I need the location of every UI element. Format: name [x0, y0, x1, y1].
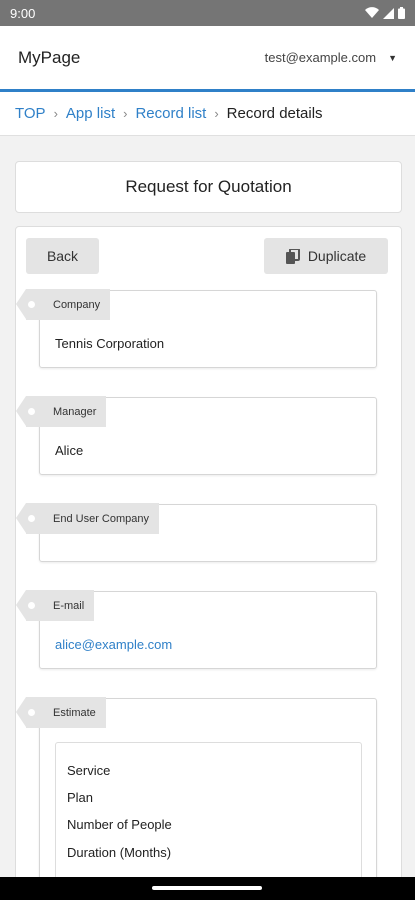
company-label: Company [15, 289, 111, 320]
signal-icon [383, 7, 394, 19]
end-user-company-field: End User Company [16, 503, 377, 562]
chevron-right-icon: › [53, 106, 58, 121]
estimate-row-people: Number of People [67, 817, 172, 832]
battery-icon [398, 7, 405, 19]
status-bar: 9:00 [0, 0, 415, 26]
user-menu[interactable]: test@example.com ▼ [265, 50, 397, 65]
estimate-row-plan: Plan [67, 790, 94, 805]
wifi-icon [365, 7, 379, 19]
manager-field: Manager Alice [15, 396, 377, 475]
app-header: MyPage test@example.com ▼ [0, 26, 415, 92]
manager-label: Manager [15, 396, 107, 427]
chevron-right-icon: › [123, 106, 128, 121]
manager-value: Alice [55, 443, 84, 458]
chevron-right-icon: › [214, 106, 219, 121]
status-time: 9:00 [10, 5, 36, 21]
duplicate-button[interactable]: Duplicate [264, 238, 388, 274]
email-field: E-mail alice@example.com [15, 590, 377, 669]
estimate-label: Estimate [16, 697, 106, 728]
back-button-label: Back [46, 248, 79, 264]
estimate-row-duration: Duration (Months) [67, 845, 172, 860]
duplicate-button-label: Duplicate [307, 248, 367, 264]
breadcrumb: TOP › App list › Record list › Record de… [0, 92, 415, 136]
email-link[interactable]: alice@example.com [55, 637, 172, 652]
status-icons [365, 7, 405, 19]
breadcrumb-current: Record details [226, 105, 323, 122]
breadcrumb-record-list[interactable]: Record list [135, 105, 206, 122]
breadcrumb-top[interactable]: TOP [15, 105, 46, 122]
home-gesture-handle[interactable] [152, 886, 262, 890]
company-field: Company Tennis Corporation [15, 289, 377, 368]
end-user-company-label: End User Company [16, 503, 159, 534]
chevron-down-icon[interactable]: ▼ [388, 53, 397, 63]
page-title-card: Request for Quotation [15, 161, 402, 213]
app-title[interactable]: MyPage [18, 48, 80, 68]
user-email[interactable]: test@example.com [265, 50, 376, 65]
copy-icon [285, 248, 300, 264]
back-button[interactable]: Back [26, 238, 99, 274]
page-title: Request for Quotation [125, 177, 292, 196]
estimate-field: Estimate Service Plan Number of People D… [16, 697, 377, 900]
estimate-row-service: Service [67, 763, 111, 778]
breadcrumb-app-list[interactable]: App list [66, 105, 115, 122]
email-label: E-mail [15, 590, 95, 621]
company-value: Tennis Corporation [55, 336, 165, 351]
